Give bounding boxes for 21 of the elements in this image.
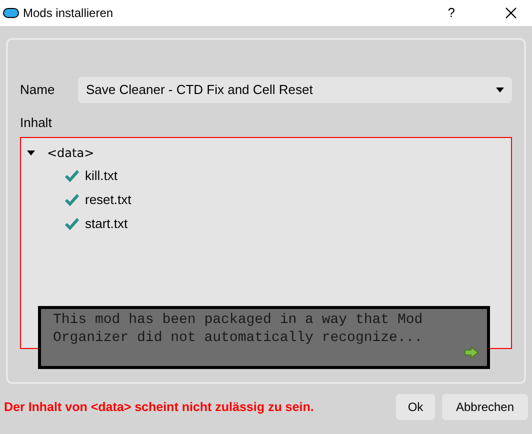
arrow-right-icon[interactable] [464,346,479,359]
checkmark-icon[interactable] [65,218,79,230]
tree-item[interactable]: reset.txt [85,190,132,210]
help-button[interactable]: ? [448,3,455,23]
content-label: Inhalt [20,114,53,132]
close-icon[interactable] [505,7,517,19]
tree-item[interactable]: start.txt [85,214,128,234]
tree-item[interactable]: <data> [47,144,94,162]
error-message: Der Inhalt von <data> scheint nicht zulässig zu sein. [4,398,315,416]
checkmark-icon[interactable] [65,170,79,182]
overlay-text: This mod has been packaged in a way that Mod Organizer did not automatically recognize... [53,311,424,347]
name-dropdown[interactable]: Save Cleaner - CTD Fix and Cell Reset [78,77,512,103]
name-label: Name [20,81,56,100]
app-icon [3,8,19,18]
expand-arrow-icon[interactable] [27,150,35,156]
checkmark-icon[interactable] [65,194,79,206]
tree-item[interactable]: kill.txt [85,166,118,186]
window-title: Mods installieren [23,5,114,22]
dialog-button[interactable]: Ok [396,394,435,420]
chevron-down-icon [496,87,504,93]
dialog-button[interactable]: Abbrechen [442,394,528,420]
